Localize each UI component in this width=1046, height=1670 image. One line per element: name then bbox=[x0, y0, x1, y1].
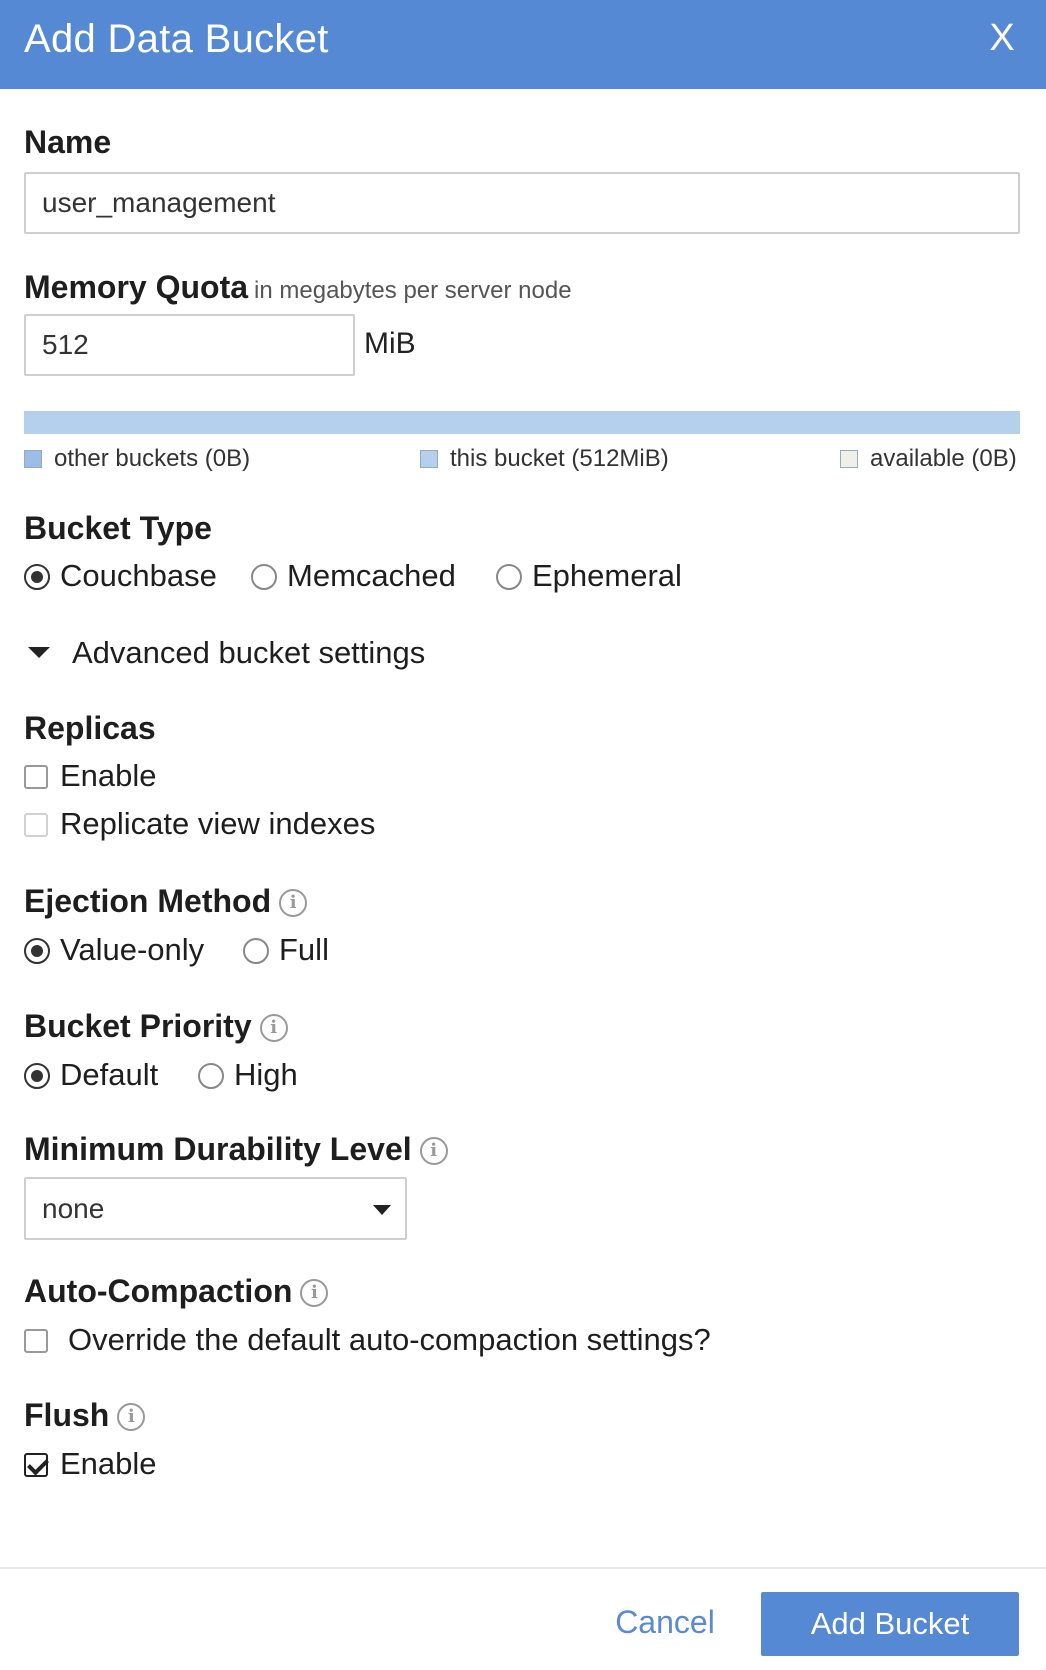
ejection-option-full[interactable]: Full bbox=[243, 932, 329, 968]
dialog-title: Add Data Bucket bbox=[24, 17, 329, 61]
radio-couchbase[interactable] bbox=[24, 564, 50, 590]
add-data-bucket-dialog: Add Data Bucket X Name Memory Quotain me… bbox=[0, 0, 1046, 1670]
close-button[interactable]: X bbox=[980, 16, 1024, 60]
durability-level-title: Minimum Durability Level bbox=[24, 1131, 412, 1167]
legend-swatch-this bbox=[420, 450, 438, 468]
auto-compaction-override-label: Override the default auto-compaction set… bbox=[68, 1322, 711, 1357]
advanced-settings-toggle[interactable]: Advanced bucket settings bbox=[28, 635, 425, 671]
bucket-priority-title: Bucket Priority bbox=[24, 1008, 252, 1044]
legend-this-text: this bucket (512MiB) bbox=[450, 445, 669, 472]
legend-available-text: available (0B) bbox=[870, 445, 1017, 472]
ejection-value-only-label: Value-only bbox=[60, 932, 205, 967]
ejection-option-value-only[interactable]: Value-only bbox=[24, 932, 204, 968]
legend-swatch-other bbox=[24, 450, 42, 468]
info-icon[interactable]: i bbox=[259, 1014, 288, 1042]
durability-level-select[interactable]: none bbox=[24, 1177, 407, 1240]
auto-compaction-override-checkbox[interactable] bbox=[24, 1329, 48, 1353]
info-icon[interactable]: i bbox=[117, 1403, 146, 1431]
durability-level-label: Minimum Durability Level i bbox=[24, 1131, 448, 1168]
legend-available: available (0B) bbox=[840, 445, 1017, 473]
flush-label: Flush i bbox=[24, 1397, 146, 1434]
memory-quota-unit: MiB bbox=[364, 327, 416, 360]
ejection-method-title: Ejection Method bbox=[24, 883, 272, 919]
name-input[interactable] bbox=[24, 172, 1020, 234]
radio-memcached[interactable] bbox=[251, 564, 277, 590]
bucket-type-label: Bucket Type bbox=[24, 510, 212, 546]
bucket-type-option-memcached[interactable]: Memcached bbox=[251, 558, 456, 594]
flush-enable-option[interactable]: Enable bbox=[24, 1446, 157, 1482]
durability-level-value: none bbox=[42, 1193, 105, 1224]
memory-quota-title: Memory Quota bbox=[24, 269, 249, 305]
auto-compaction-label: Auto-Compaction i bbox=[24, 1273, 329, 1310]
priority-default-label: Default bbox=[60, 1057, 159, 1092]
info-icon[interactable]: i bbox=[300, 1279, 329, 1307]
caret-down-icon bbox=[28, 647, 50, 658]
radio-full[interactable] bbox=[243, 938, 269, 964]
chevron-down-icon bbox=[373, 1205, 391, 1215]
flush-enable-checkbox[interactable] bbox=[24, 1453, 48, 1477]
add-bucket-button[interactable]: Add Bucket bbox=[761, 1592, 1019, 1656]
bucket-type-option-ephemeral[interactable]: Ephemeral bbox=[496, 558, 682, 594]
replicate-view-indexes-option[interactable]: Replicate view indexes bbox=[24, 806, 375, 842]
priority-option-high[interactable]: High bbox=[198, 1057, 298, 1093]
replicas-enable-checkbox[interactable] bbox=[24, 765, 48, 789]
bucket-type-memcached-label: Memcached bbox=[287, 558, 456, 593]
replicas-enable-label: Enable bbox=[60, 758, 157, 793]
cancel-button[interactable]: Cancel bbox=[600, 1592, 730, 1652]
memory-usage-bar bbox=[24, 411, 1020, 434]
bucket-type-ephemeral-label: Ephemeral bbox=[532, 558, 682, 593]
auto-compaction-title: Auto-Compaction bbox=[24, 1273, 293, 1309]
bucket-type-option-couchbase[interactable]: Couchbase bbox=[24, 558, 217, 594]
auto-compaction-override-option[interactable]: Override the default auto-compaction set… bbox=[24, 1322, 711, 1358]
dialog-header: Add Data Bucket X bbox=[0, 0, 1046, 89]
memory-usage-bar-fill-this-bucket bbox=[24, 411, 1020, 434]
ejection-method-label: Ejection Method i bbox=[24, 883, 308, 920]
footer-divider bbox=[0, 1567, 1046, 1569]
name-label: Name bbox=[24, 124, 112, 160]
bucket-priority-label: Bucket Priority i bbox=[24, 1008, 288, 1045]
priority-option-default[interactable]: Default bbox=[24, 1057, 158, 1093]
replicas-label: Replicas bbox=[24, 710, 156, 746]
flush-enable-label: Enable bbox=[60, 1446, 157, 1481]
legend-this-bucket: this bucket (512MiB) bbox=[420, 445, 669, 473]
bucket-type-couchbase-label: Couchbase bbox=[60, 558, 217, 593]
memory-quota-input[interactable] bbox=[24, 314, 355, 376]
memory-quota-hint: in megabytes per server node bbox=[254, 277, 572, 304]
legend-swatch-available bbox=[840, 450, 858, 468]
legend-other-buckets: other buckets (0B) bbox=[24, 445, 250, 473]
priority-high-label: High bbox=[234, 1057, 298, 1092]
radio-value-only[interactable] bbox=[24, 938, 50, 964]
info-icon[interactable]: i bbox=[419, 1137, 448, 1165]
radio-default[interactable] bbox=[24, 1063, 50, 1089]
info-icon[interactable]: i bbox=[279, 889, 308, 917]
radio-high[interactable] bbox=[198, 1063, 224, 1089]
replicate-view-indexes-checkbox[interactable] bbox=[24, 813, 48, 837]
flush-title: Flush bbox=[24, 1397, 110, 1433]
legend-other-text: other buckets (0B) bbox=[54, 445, 251, 472]
memory-quota-label: Memory Quota in megabytes per server node bbox=[24, 269, 572, 306]
radio-ephemeral[interactable] bbox=[496, 564, 522, 590]
replicate-view-indexes-label: Replicate view indexes bbox=[60, 806, 376, 841]
advanced-settings-label: Advanced bucket settings bbox=[72, 635, 426, 670]
ejection-full-label: Full bbox=[279, 932, 329, 967]
replicas-enable-option[interactable]: Enable bbox=[24, 758, 157, 794]
